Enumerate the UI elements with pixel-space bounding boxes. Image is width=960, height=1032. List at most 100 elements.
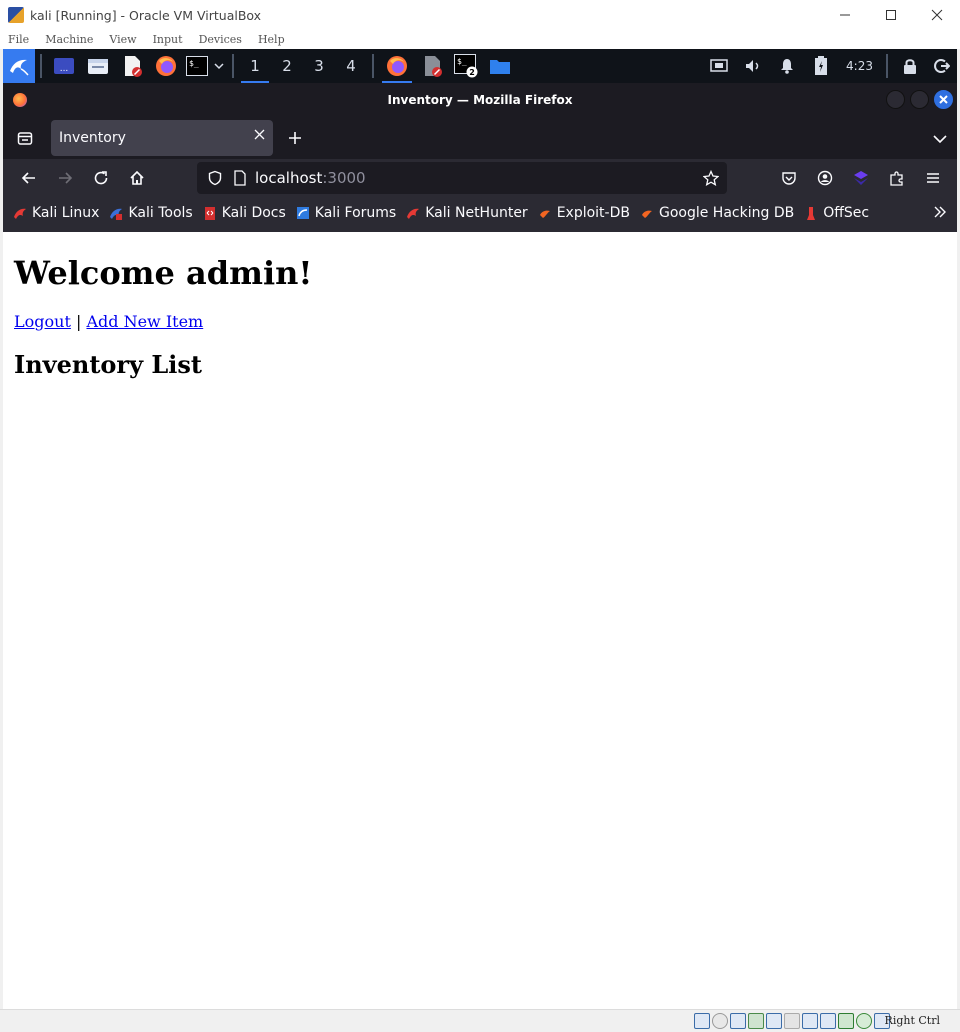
toolbar-right — [771, 162, 951, 194]
kali-dragon-icon — [10, 59, 29, 76]
taskbar-terminal-window[interactable]: $_ 2 — [449, 49, 483, 83]
pocket-button[interactable] — [771, 162, 807, 194]
forward-button[interactable] — [47, 162, 83, 194]
optical-drive-icon[interactable] — [712, 1013, 728, 1029]
tracking-protection-button[interactable] — [207, 170, 223, 186]
bookmark-kali-docs[interactable]: Kali Docs — [203, 205, 286, 221]
url-text[interactable]: localhost:3000 — [255, 169, 366, 187]
hard-disk-icon[interactable] — [694, 1013, 710, 1029]
tab-inventory[interactable]: Inventory — [51, 120, 273, 156]
bookmark-offsec[interactable]: OffSec — [804, 205, 869, 221]
list-all-tabs-button[interactable] — [933, 129, 947, 148]
bookmark-label: Kali Tools — [128, 205, 193, 221]
bookmark-label: Google Hacking DB — [658, 205, 795, 221]
url-host: localhost — [255, 169, 323, 187]
maximize-button[interactable] — [868, 0, 914, 30]
logout-link[interactable]: Logout — [14, 312, 71, 331]
video-capture-icon[interactable] — [820, 1013, 836, 1029]
menu-machine[interactable]: Machine — [45, 33, 93, 46]
panel-separator — [232, 54, 234, 78]
display-icon[interactable] — [802, 1013, 818, 1029]
menu-view[interactable]: View — [109, 33, 136, 46]
menu-devices[interactable]: Devices — [199, 33, 242, 46]
back-button[interactable] — [11, 162, 47, 194]
firefox-minimize-button[interactable] — [886, 90, 905, 109]
taskbar-editor-window[interactable] — [415, 49, 449, 83]
firefox-view-button[interactable] — [3, 117, 47, 159]
close-window-button[interactable] — [914, 0, 960, 30]
audio-icon[interactable] — [730, 1013, 746, 1029]
firefox-launcher[interactable] — [149, 49, 183, 83]
menu-file[interactable]: File — [8, 33, 29, 46]
bookmark-kali-nethunter[interactable]: Kali NetHunter — [406, 205, 528, 221]
page-info-button[interactable] — [233, 170, 247, 186]
terminal-launcher[interactable]: $_ — [183, 49, 211, 83]
extensions-menu-button[interactable] — [879, 162, 915, 194]
workspace-4[interactable]: 4 — [335, 49, 367, 83]
new-tab-button[interactable] — [275, 120, 315, 156]
nethunter-icon — [407, 208, 420, 219]
bookmark-label: Kali Docs — [221, 205, 286, 221]
usb-icon[interactable] — [766, 1013, 782, 1029]
firefox-icon — [13, 93, 27, 107]
workspace-2[interactable]: 2 — [271, 49, 303, 83]
extension-button[interactable] — [843, 162, 879, 194]
bookmark-kali-forums[interactable]: Kali Forums — [296, 205, 396, 221]
workspace-1[interactable]: 1 — [239, 49, 271, 83]
bookmark-kali-tools[interactable]: Kali Tools — [109, 205, 193, 221]
home-button[interactable] — [119, 162, 155, 194]
lock-icon — [904, 59, 916, 74]
terminal-window-count: 2 — [469, 68, 475, 77]
logout-session-button[interactable] — [927, 49, 957, 83]
ghdb-icon — [641, 210, 652, 218]
cpu-icon[interactable] — [838, 1013, 854, 1029]
guest-additions-icon[interactable] — [856, 1013, 872, 1029]
terminal-dropdown-button[interactable] — [211, 49, 227, 83]
panel-separator — [886, 54, 888, 78]
extension-layers-icon — [854, 171, 868, 185]
virtualbox-app-icon — [8, 7, 24, 23]
notifications-tray-button[interactable] — [770, 49, 804, 83]
tab-close-button[interactable] — [254, 128, 265, 144]
reload-button[interactable] — [83, 162, 119, 194]
network-icon[interactable] — [748, 1013, 764, 1029]
text-editor-icon — [425, 56, 442, 77]
workspace-3[interactable]: 3 — [303, 49, 335, 83]
bookmark-google-hacking-db[interactable]: Google Hacking DB — [640, 205, 794, 221]
menu-input[interactable]: Input — [153, 33, 183, 46]
volume-tray-button[interactable] — [736, 49, 770, 83]
system-tray: 4:23 — [702, 49, 957, 83]
minimize-button[interactable] — [822, 0, 868, 30]
app-menu-button[interactable] — [915, 162, 951, 194]
shared-folders-icon[interactable] — [784, 1013, 800, 1029]
bookmark-star-button[interactable] — [703, 170, 719, 186]
firefox-view-icon — [17, 132, 33, 145]
page-content: Welcome admin! Logout | Add New Item Inv… — [3, 232, 957, 1009]
text-editor-launcher[interactable] — [115, 49, 149, 83]
exploit-db-icon — [539, 210, 550, 218]
vbox-window-controls — [822, 0, 960, 30]
bookmarks-overflow-button[interactable] — [933, 204, 947, 223]
display-tray-button[interactable] — [702, 49, 736, 83]
hamburger-menu-icon — [927, 173, 939, 183]
bookmark-exploit-db[interactable]: Exploit-DB — [538, 205, 630, 221]
taskbar-firefox-window[interactable] — [379, 49, 415, 83]
taskbar-folder-window[interactable] — [483, 49, 517, 83]
firefox-icon — [156, 56, 176, 76]
show-desktop-button[interactable]: ... — [47, 49, 81, 83]
clock[interactable]: 4:23 — [846, 59, 873, 73]
file-manager-launcher[interactable] — [81, 49, 115, 83]
account-button[interactable] — [807, 162, 843, 194]
firefox-maximize-button[interactable] — [910, 90, 929, 109]
link-separator: | — [75, 312, 82, 331]
puzzle-icon — [890, 171, 903, 186]
bookmark-kali-linux[interactable]: Kali Linux — [13, 205, 99, 221]
url-bar[interactable]: localhost:3000 — [197, 162, 727, 194]
kali-menu-button[interactable] — [3, 49, 35, 83]
power-tray-button[interactable] — [804, 49, 838, 83]
add-new-item-link[interactable]: Add New Item — [86, 312, 203, 331]
lock-screen-button[interactable] — [893, 49, 927, 83]
menu-help[interactable]: Help — [258, 33, 285, 46]
firefox-close-button[interactable] — [934, 90, 953, 109]
vbox-window-title: kali [Running] - Oracle VM VirtualBox — [30, 7, 262, 23]
